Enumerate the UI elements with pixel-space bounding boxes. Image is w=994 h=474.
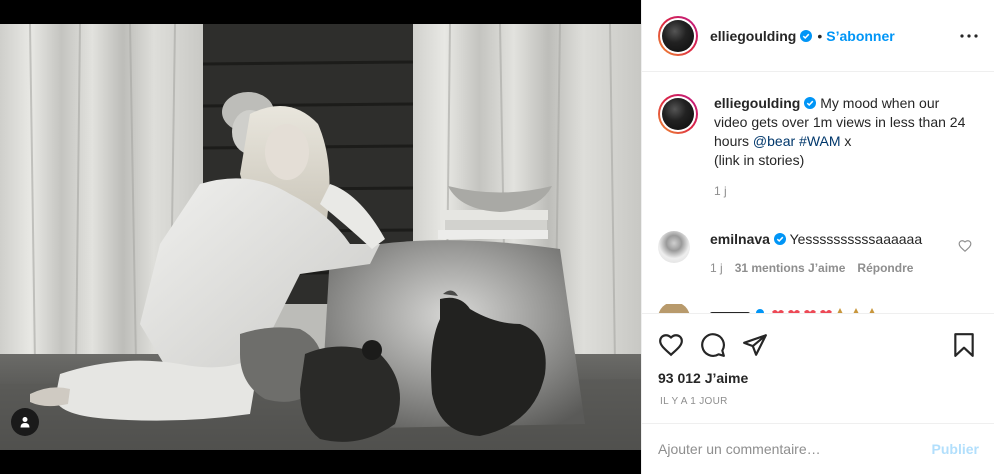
share-paper-plane-icon[interactable] [742, 332, 768, 358]
more-horizontal-icon [960, 34, 978, 38]
post-timestamp[interactable]: IL Y A 1 JOUR [660, 396, 728, 407]
add-comment-bar: Publier [642, 423, 994, 474]
comment-item-partial [658, 303, 988, 313]
comment-text: Yessssssssssaaaaaa [789, 231, 923, 247]
comment-time[interactable]: 1 j [710, 261, 723, 275]
hashtag-link[interactable]: #WAM [799, 133, 840, 149]
mention-link[interactable]: @bear [753, 133, 795, 149]
like-heart-icon[interactable] [658, 332, 684, 358]
caption-suffix: x [840, 133, 852, 149]
like-comment-heart-icon[interactable] [958, 239, 972, 253]
commenter-avatar[interactable] [658, 231, 690, 263]
user-icon [20, 417, 30, 428]
author-username[interactable]: elliegoulding [710, 28, 796, 44]
post-details-panel: elliegoulding • S’abonner elliegoulding … [641, 0, 994, 474]
verified-badge-icon [804, 97, 817, 109]
comment-bubble-icon[interactable] [700, 332, 726, 358]
comment-meta: 1 j 31 mentions J’aime Répondre [710, 261, 950, 275]
caption-author-avatar[interactable] [658, 94, 698, 134]
commenter-username[interactable]: emilnava [710, 231, 770, 247]
post-caption: elliegoulding My mood when our video get… [658, 94, 988, 201]
caption-timestamp[interactable]: 1 j [714, 182, 974, 201]
post-actions: 93 012 J’aime IL Y A 1 JOUR [642, 313, 994, 423]
caption-line2: (link in stories) [714, 152, 805, 168]
comment-likes[interactable]: 31 mentions J’aime [735, 261, 846, 275]
post-photo [0, 24, 641, 450]
post-media[interactable] [0, 0, 641, 474]
post-header: elliegoulding • S’abonner [642, 0, 994, 72]
verified-badge-icon [773, 233, 786, 245]
author-avatar[interactable] [658, 15, 698, 56]
reply-button[interactable]: Répondre [857, 261, 913, 275]
comment-item: emilnava Yessssssssssaaaaaa 1 j 31 menti… [658, 231, 988, 275]
tagged-users-button[interactable] [11, 408, 39, 436]
partial-comment-preview [658, 303, 875, 313]
likes-count[interactable]: 93 012 J’aime [658, 370, 748, 386]
separator-dot: • [817, 27, 823, 44]
verified-badge-icon [800, 29, 813, 42]
more-options-button[interactable] [957, 24, 981, 48]
save-bookmark-icon[interactable] [951, 332, 977, 358]
comment-input[interactable] [658, 441, 932, 457]
publish-button[interactable]: Publier [932, 441, 979, 457]
caption-username[interactable]: elliegoulding [714, 95, 800, 111]
caption-text: elliegoulding My mood when our video get… [714, 94, 974, 201]
comments-section[interactable]: elliegoulding My mood when our video get… [642, 73, 994, 313]
follow-button[interactable]: S’abonner [826, 28, 894, 44]
